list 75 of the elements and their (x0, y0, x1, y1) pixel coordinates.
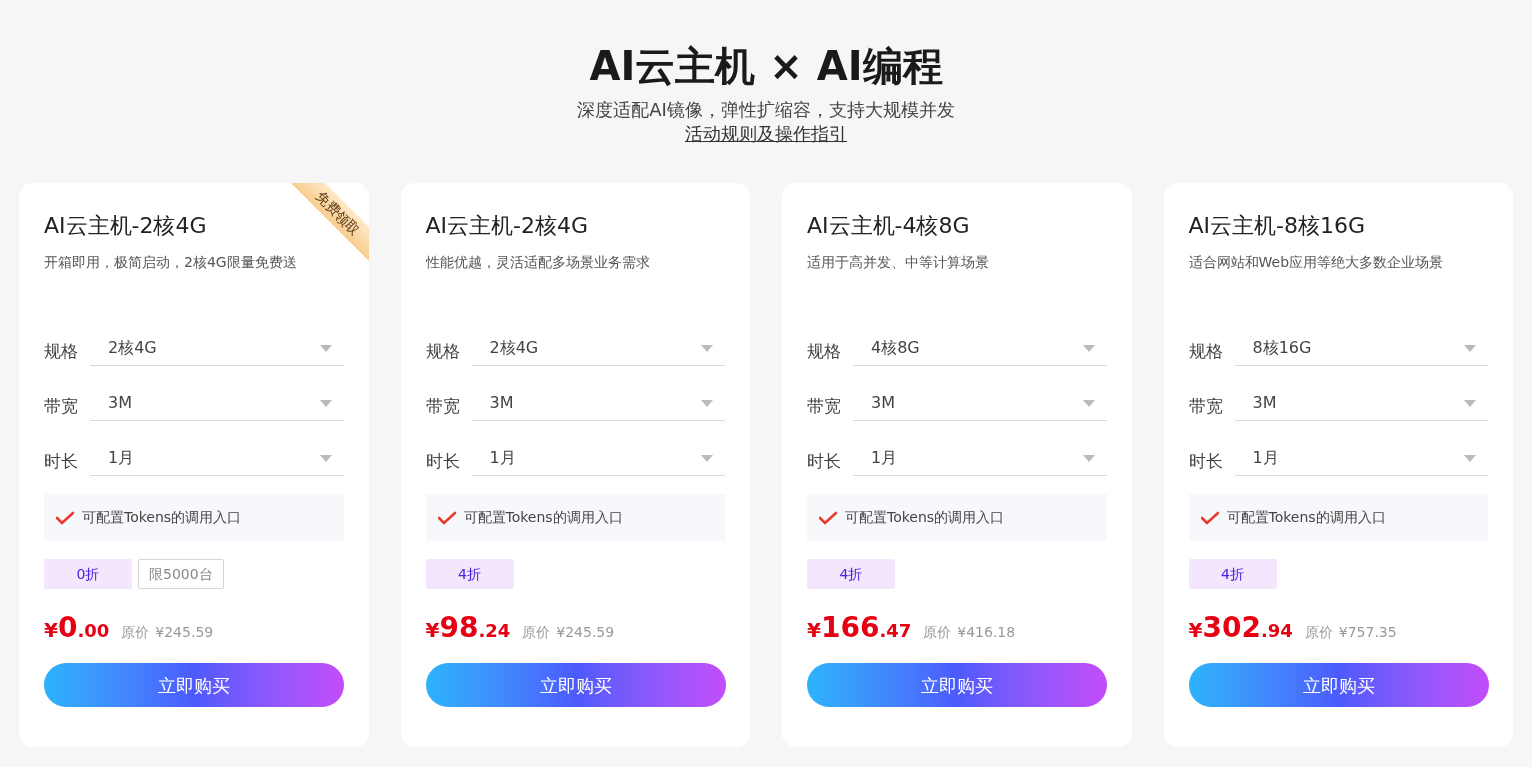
caret-icon (319, 344, 332, 352)
feature-text: 可配置Tokens的调用入口 (82, 508, 242, 527)
option-dropdown[interactable]: 4核8G (853, 331, 1107, 366)
option-label: 规格 (44, 340, 79, 363)
option-label: 时长 (1188, 450, 1224, 473)
option-dropdown[interactable]: 2核4G (471, 331, 725, 366)
check-icon (56, 510, 74, 525)
caret-icon (1464, 454, 1476, 462)
feature-text: 可配置Tokens的调用入口 (845, 508, 1005, 527)
price: ¥166.47 (807, 610, 912, 646)
card-description: 适合网站和Web应用等绝大多数企业场景 (1188, 253, 1445, 272)
card-title: AI云主机-4核8G (807, 212, 971, 240)
discount-tag: 4折 (1188, 559, 1277, 589)
option-label: 规格 (425, 340, 461, 363)
discount-tag: 0折 (44, 559, 132, 589)
option-dropdown[interactable]: 2核4G (90, 331, 344, 366)
buy-button[interactable]: 立即购买 (44, 663, 344, 707)
check-icon (819, 510, 837, 525)
original-price-label: 原价 (522, 623, 551, 642)
caret-icon (701, 454, 713, 462)
original-price: ¥757.35 (1338, 623, 1397, 642)
page-subtitle: 深度适配AI镜像，弹性扩缩容，支持大规模并发 (577, 98, 955, 122)
option-dropdown[interactable]: 3M (1234, 386, 1488, 421)
caret-icon (319, 454, 332, 462)
price: ¥0.00 (44, 610, 110, 646)
limit-tag: 限5000台 (138, 559, 224, 589)
caret-icon (1082, 399, 1095, 407)
discount-tag: 4折 (425, 559, 514, 589)
page-title: AI云主机 × AI编程 (589, 42, 943, 91)
option-dropdown[interactable]: 3M (90, 386, 344, 421)
price: ¥98.24 (425, 610, 511, 646)
original-price: ¥416.18 (957, 623, 1016, 642)
caret-icon (701, 399, 713, 407)
caret-icon (319, 399, 332, 407)
original-price-label: 原价 (121, 623, 150, 642)
option-dropdown[interactable]: 8核16G (1234, 331, 1488, 366)
option-label: 规格 (807, 340, 842, 363)
card-description: 适用于高并发、中等计算场景 (807, 253, 990, 272)
option-label: 带宽 (425, 395, 461, 418)
card-title: AI云主机-2核4G (425, 212, 590, 240)
card-description: 开箱即用，极简启动，2核4G限量免费送 (44, 253, 298, 272)
option-label: 带宽 (44, 395, 79, 418)
discount-tag: 4折 (807, 559, 895, 589)
option-dropdown[interactable]: 1月 (471, 441, 725, 476)
option-label: 带宽 (1188, 395, 1224, 418)
original-price-label: 原价 (1304, 623, 1333, 642)
option-dropdown[interactable]: 1月 (853, 441, 1107, 476)
card-title: AI云主机-8核16G (1188, 212, 1366, 240)
caret-icon (1082, 344, 1095, 352)
check-icon (1200, 510, 1219, 525)
option-dropdown[interactable]: 1月 (1234, 441, 1488, 476)
card-description: 性能优越，灵活适配多场景业务需求 (425, 253, 651, 272)
feature-text: 可配置Tokens的调用入口 (1226, 508, 1386, 527)
option-label: 时长 (807, 450, 842, 473)
option-label: 带宽 (807, 395, 842, 418)
option-label: 时长 (425, 450, 461, 473)
option-label: 时长 (44, 450, 79, 473)
price: ¥302.94 (1188, 610, 1293, 646)
option-label: 规格 (1188, 340, 1224, 363)
rules-link[interactable]: 活动规则及操作指引 (685, 122, 847, 146)
buy-button[interactable]: 立即购买 (807, 663, 1107, 707)
original-price: ¥245.59 (556, 623, 615, 642)
check-icon (437, 510, 456, 525)
caret-icon (1082, 454, 1095, 462)
original-price-label: 原价 (923, 623, 952, 642)
option-dropdown[interactable]: 3M (853, 386, 1107, 421)
buy-button[interactable]: 立即购买 (425, 663, 726, 707)
feature-text: 可配置Tokens的调用入口 (463, 508, 623, 527)
caret-icon (1464, 344, 1476, 352)
caret-icon (701, 344, 713, 352)
original-price: ¥245.59 (155, 623, 214, 642)
option-dropdown[interactable]: 1月 (90, 441, 344, 476)
option-dropdown[interactable]: 3M (471, 386, 725, 421)
buy-button[interactable]: 立即购买 (1188, 663, 1489, 707)
caret-icon (1464, 399, 1476, 407)
